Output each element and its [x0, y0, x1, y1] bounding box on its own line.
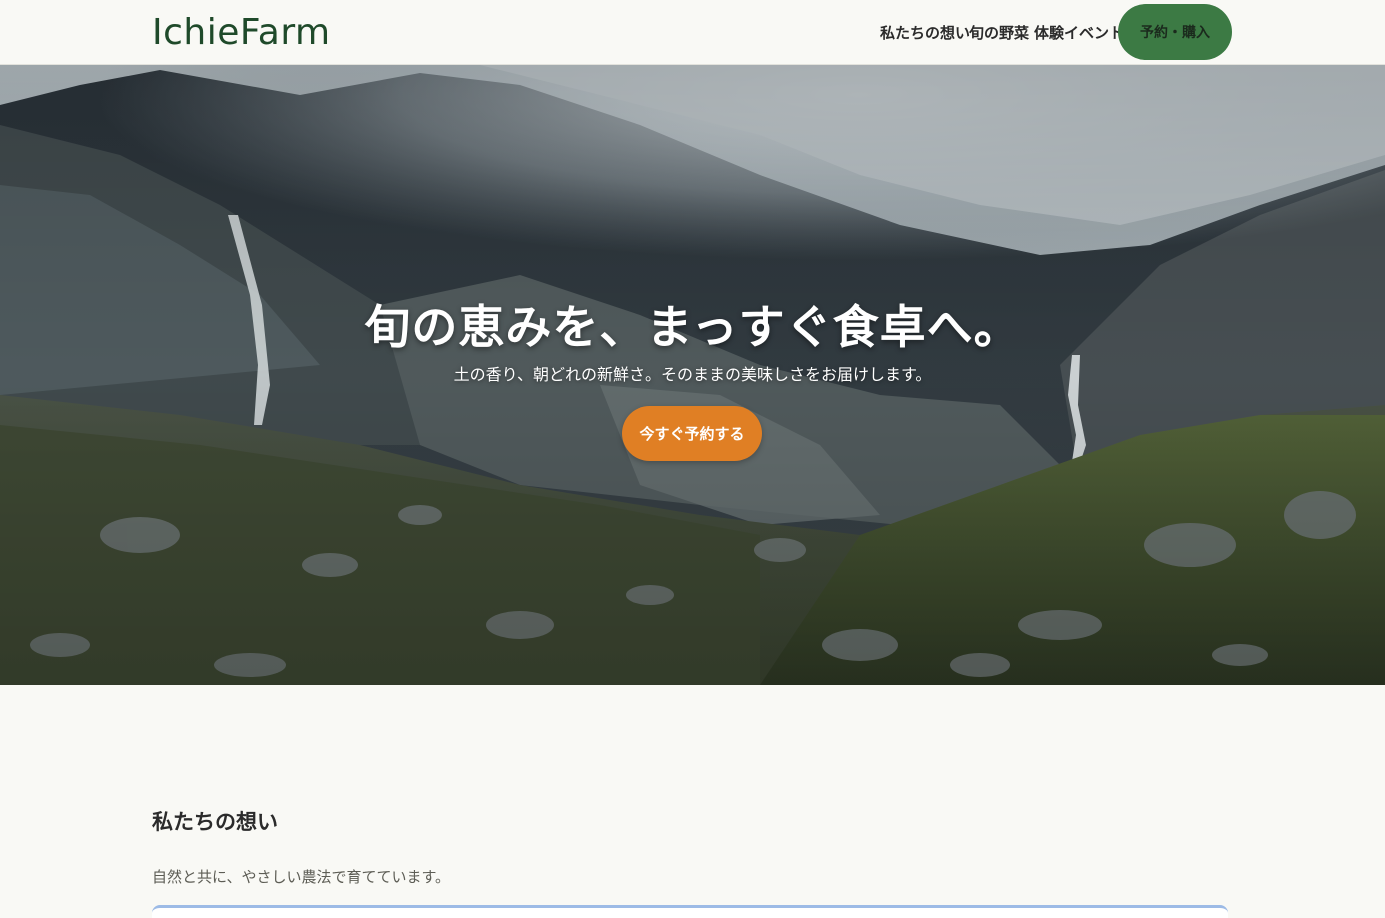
nav-link-vegetables[interactable]: 旬の野菜: [969, 22, 1029, 43]
reserve-purchase-button[interactable]: 予約・購入: [1118, 4, 1232, 60]
site-logo[interactable]: IchieFarm: [152, 10, 331, 56]
section-title: 私たちの想い: [152, 810, 278, 834]
site-header: IchieFarm 私たちの想い 旬の野菜 体験イベント 予約・購入: [0, 0, 1385, 65]
hero-title: 旬の恵みを、まっすぐ食卓へ。: [364, 300, 1021, 354]
hero-subtitle: 土の香り、朝どれの新鮮さ。そのままの美味しさをお届けします。: [453, 365, 932, 384]
hero-section: 旬の恵みを、まっすぐ食卓へ。 土の香り、朝どれの新鮮さ。そのままの美味しさをお届…: [0, 65, 1385, 685]
section-description: 自然と共に、やさしい農法で育てています。: [152, 868, 451, 886]
nav-link-philosophy[interactable]: 私たちの想い: [880, 22, 970, 43]
reserve-now-button[interactable]: 今すぐ予約する: [622, 406, 762, 461]
content-card: [152, 905, 1228, 918]
nav-link-events[interactable]: 体験イベント: [1034, 22, 1124, 43]
